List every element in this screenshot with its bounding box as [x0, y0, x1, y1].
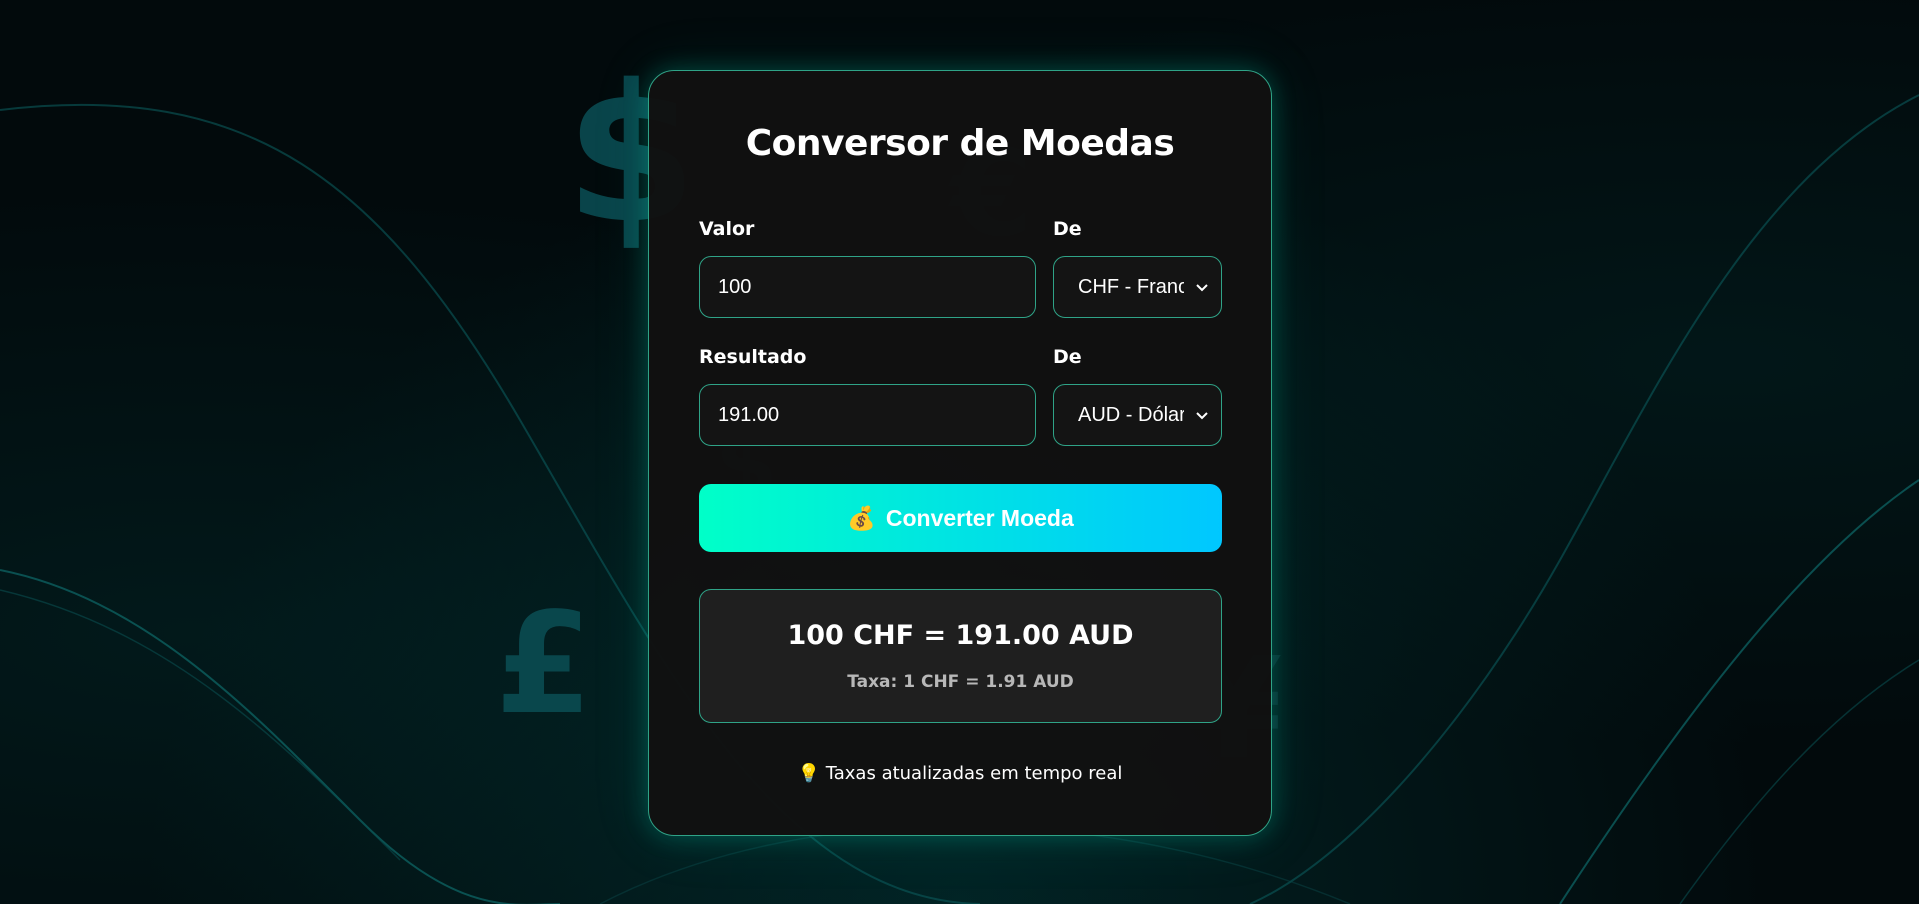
result-label: Resultado — [699, 346, 807, 368]
converter-card: Conversor de Moedas Valor 100 De CHF - F… — [648, 70, 1272, 836]
from-currency-select[interactable]: CHF - Franco Suíço — [1053, 256, 1222, 318]
result-value: 191.00 — [718, 403, 780, 426]
conversion-summary: 100 CHF = 191.00 AUD — [787, 620, 1134, 651]
from-currency-label: De — [1053, 218, 1082, 240]
to-currency-label: De — [1053, 346, 1082, 368]
convert-button[interactable]: 💰 Converter Moeda — [699, 484, 1222, 552]
light-bulb-icon: 💡 — [797, 763, 820, 784]
conversion-result-box: 100 CHF = 191.00 AUD Taxa: 1 CHF = 1.91 … — [699, 589, 1222, 723]
chevron-down-icon — [1196, 412, 1208, 420]
amount-label: Valor — [699, 218, 755, 240]
footer-note: 💡 Taxas atualizadas em tempo real — [649, 763, 1271, 784]
from-currency-value: CHF - Franco Suíço — [1078, 275, 1184, 298]
amount-value: 100 — [718, 275, 752, 298]
amount-input[interactable]: 100 — [699, 256, 1036, 318]
chevron-down-icon — [1196, 284, 1208, 292]
page-title: Conversor de Moedas — [745, 123, 1175, 164]
footer-text: Taxas atualizadas em tempo real — [825, 763, 1123, 784]
pound-symbol-decoration: £ — [495, 583, 593, 746]
exchange-rate-text: Taxa: 1 CHF = 1.91 AUD — [847, 672, 1074, 692]
result-input[interactable]: 191.00 — [699, 384, 1036, 446]
to-currency-value: AUD - Dólar Australiano — [1078, 403, 1184, 426]
to-currency-select[interactable]: AUD - Dólar Australiano — [1053, 384, 1222, 446]
convert-button-label: Converter Moeda — [885, 504, 1074, 531]
money-bag-icon: 💰 — [847, 504, 876, 531]
